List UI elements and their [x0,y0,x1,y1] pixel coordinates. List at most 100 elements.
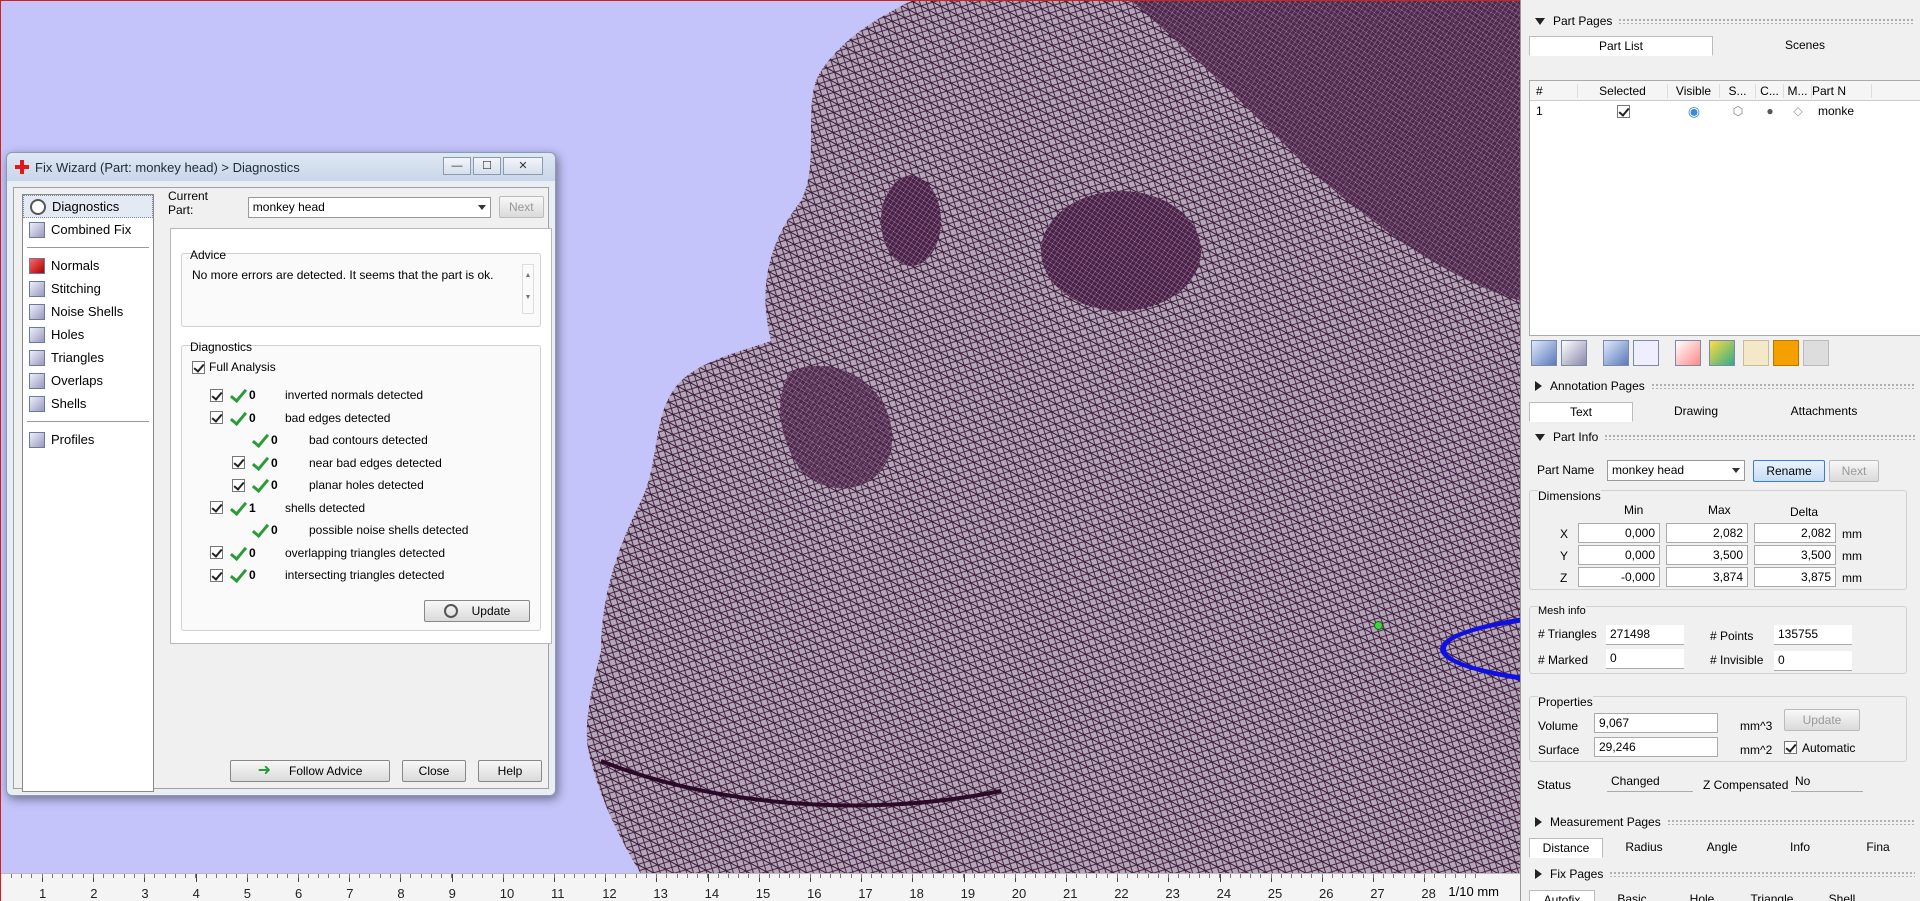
tag-icon[interactable] [1743,340,1769,366]
advice-group: Advice No more errors are detected. It s… [181,248,541,327]
advice-scrollbar[interactable]: ▲ ▼ [522,264,534,314]
color-cube-icon[interactable] [1709,340,1735,366]
ruler-minor-tick [533,874,535,878]
diagnostic-row: 0 planar holes detected [232,476,424,494]
diagnostic-checkbox[interactable] [232,478,245,492]
tab-radius[interactable]: Radius [1607,838,1681,858]
dim-max-field: 3,874 [1666,567,1748,587]
selected-checkbox[interactable] [1616,105,1630,119]
current-part-select[interactable]: monkey head [247,196,491,218]
nav-item-combined-fix[interactable]: Combined Fix [23,218,153,241]
ruler-minor-tick [307,874,309,878]
cube-icon[interactable] [1603,340,1629,366]
nav-item-normals[interactable]: Normals [23,254,153,277]
tab-text[interactable]: Text [1529,402,1633,422]
column-header[interactable]: C... [1756,83,1784,98]
section-title: Part Pages [1553,14,1613,28]
nav-item-shells[interactable]: Shells [23,392,153,415]
tab-hole[interactable]: Hole [1669,890,1735,901]
mesh-icon[interactable]: ◇ [1784,104,1812,118]
eye-icon[interactable]: ◉ [1668,103,1720,120]
ruler-minor-tick [11,874,12,878]
column-header[interactable]: S... [1720,83,1756,98]
tab-autofix[interactable]: Autofix [1529,890,1595,901]
ruler-minor-tick [1393,874,1395,878]
select-parts-icon[interactable] [1531,340,1557,366]
nav-item-triangles[interactable]: Triangles [23,346,153,369]
nav-item-overlaps[interactable]: Overlaps [23,369,153,392]
part-next-button[interactable]: Next [1829,460,1879,482]
cube-outline-icon[interactable] [1633,340,1659,366]
diagnostic-checkbox[interactable] [210,501,223,514]
close-window-button[interactable]: ✕ [503,157,543,175]
nav-item-holes[interactable]: Holes [23,323,153,346]
tab-basic[interactable]: Basic [1599,890,1665,901]
surface-field: 29,246 [1594,737,1718,757]
tab-scenes[interactable]: Scenes [1713,36,1897,56]
diagnostic-checkbox[interactable] [210,388,223,402]
diagnostic-checkbox[interactable] [210,411,223,424]
maximize-button[interactable]: ☐ [473,157,501,175]
minimize-button[interactable]: — [443,157,471,175]
part-name-select[interactable]: monkey head [1607,460,1745,481]
diagnostic-checkbox[interactable] [210,546,223,559]
column-header[interactable]: Visible [1668,83,1720,98]
ruler-minor-tick [482,874,484,878]
next-button[interactable]: Next [498,196,544,218]
invert-selection-icon[interactable] [1561,340,1587,366]
ruler-minor-tick [1239,874,1241,878]
ruler-minor-tick [738,874,740,878]
close-button[interactable]: Close [402,760,466,782]
measurement-pages-header[interactable]: Measurement Pages [1521,813,1920,831]
properties-update-button[interactable]: Update [1784,709,1860,731]
tab-triangle[interactable]: Triangle [1739,890,1805,901]
section-title: Part Info [1553,430,1599,444]
diagnostic-row: 0 inverted normals detected [210,386,423,404]
tab-drawing[interactable]: Drawing [1637,402,1755,422]
dimensions-title: Dimensions [1538,489,1601,503]
column-header[interactable]: # [1530,83,1578,98]
shading-icon[interactable]: ⬡ [1720,104,1756,118]
automatic-checkbox[interactable] [1784,741,1797,754]
annotation-pages-header[interactable]: Annotation Pages [1521,377,1920,395]
tab-part-list[interactable]: Part List [1529,36,1713,56]
help-button[interactable]: Help [478,760,542,782]
tab-attachments[interactable]: Attachments [1761,402,1887,422]
diagnostic-checkbox[interactable] [210,568,223,582]
part-info-header[interactable]: Part Info [1521,428,1920,446]
follow-advice-button[interactable]: ➜ Follow Advice [230,760,390,782]
copy-icon[interactable] [1803,340,1829,366]
color-icon[interactable]: ● [1756,104,1784,118]
dialog-titlebar[interactable]: Fix Wizard (Part: monkey head) > Diagnos… [7,153,555,181]
ruler-minor-tick [51,874,53,878]
column-header[interactable]: Part N [1812,83,1872,98]
nav-item-diagnostics[interactable]: Diagnostics [23,195,153,218]
ruler-minor-tick [615,874,617,878]
nav-item-profiles[interactable]: Profiles [23,428,153,451]
rename-button[interactable]: Rename [1753,460,1825,482]
ruler-minor-tick [1311,874,1313,878]
nav-item-stitching[interactable]: Stitching [23,277,153,300]
ruler-minor-tick [502,874,504,878]
update-button[interactable]: Update [424,600,530,622]
ruler-minor-tick [727,874,729,878]
label-icon[interactable] [1773,340,1799,366]
nav-item-noise-shells[interactable]: Noise Shells [23,300,153,323]
column-header[interactable]: M... [1784,83,1812,98]
diagnostic-checkbox[interactable] [232,456,245,469]
full-analysis-checkbox[interactable] [192,360,205,374]
tab-info[interactable]: Info [1763,838,1837,858]
surface-unit: mm^2 [1740,743,1773,757]
fix-pages-header[interactable]: Fix Pages [1521,865,1920,883]
column-header[interactable]: Selected [1578,83,1668,98]
tab-shell[interactable]: Shell [1809,890,1875,901]
tab-fina[interactable]: Fina [1841,838,1915,858]
tab-distance[interactable]: Distance [1529,838,1603,858]
part-pages-header[interactable]: Part Pages [1521,12,1920,30]
delete-part-icon[interactable] [1675,340,1701,366]
tab-angle[interactable]: Angle [1685,838,1759,858]
table-row[interactable]: 1 ◉ ⬡ ● ◇ monke [1530,101,1920,121]
check-icon [251,433,267,447]
ruler-minor-tick [451,874,453,878]
ruler-minor-tick [1372,874,1374,878]
